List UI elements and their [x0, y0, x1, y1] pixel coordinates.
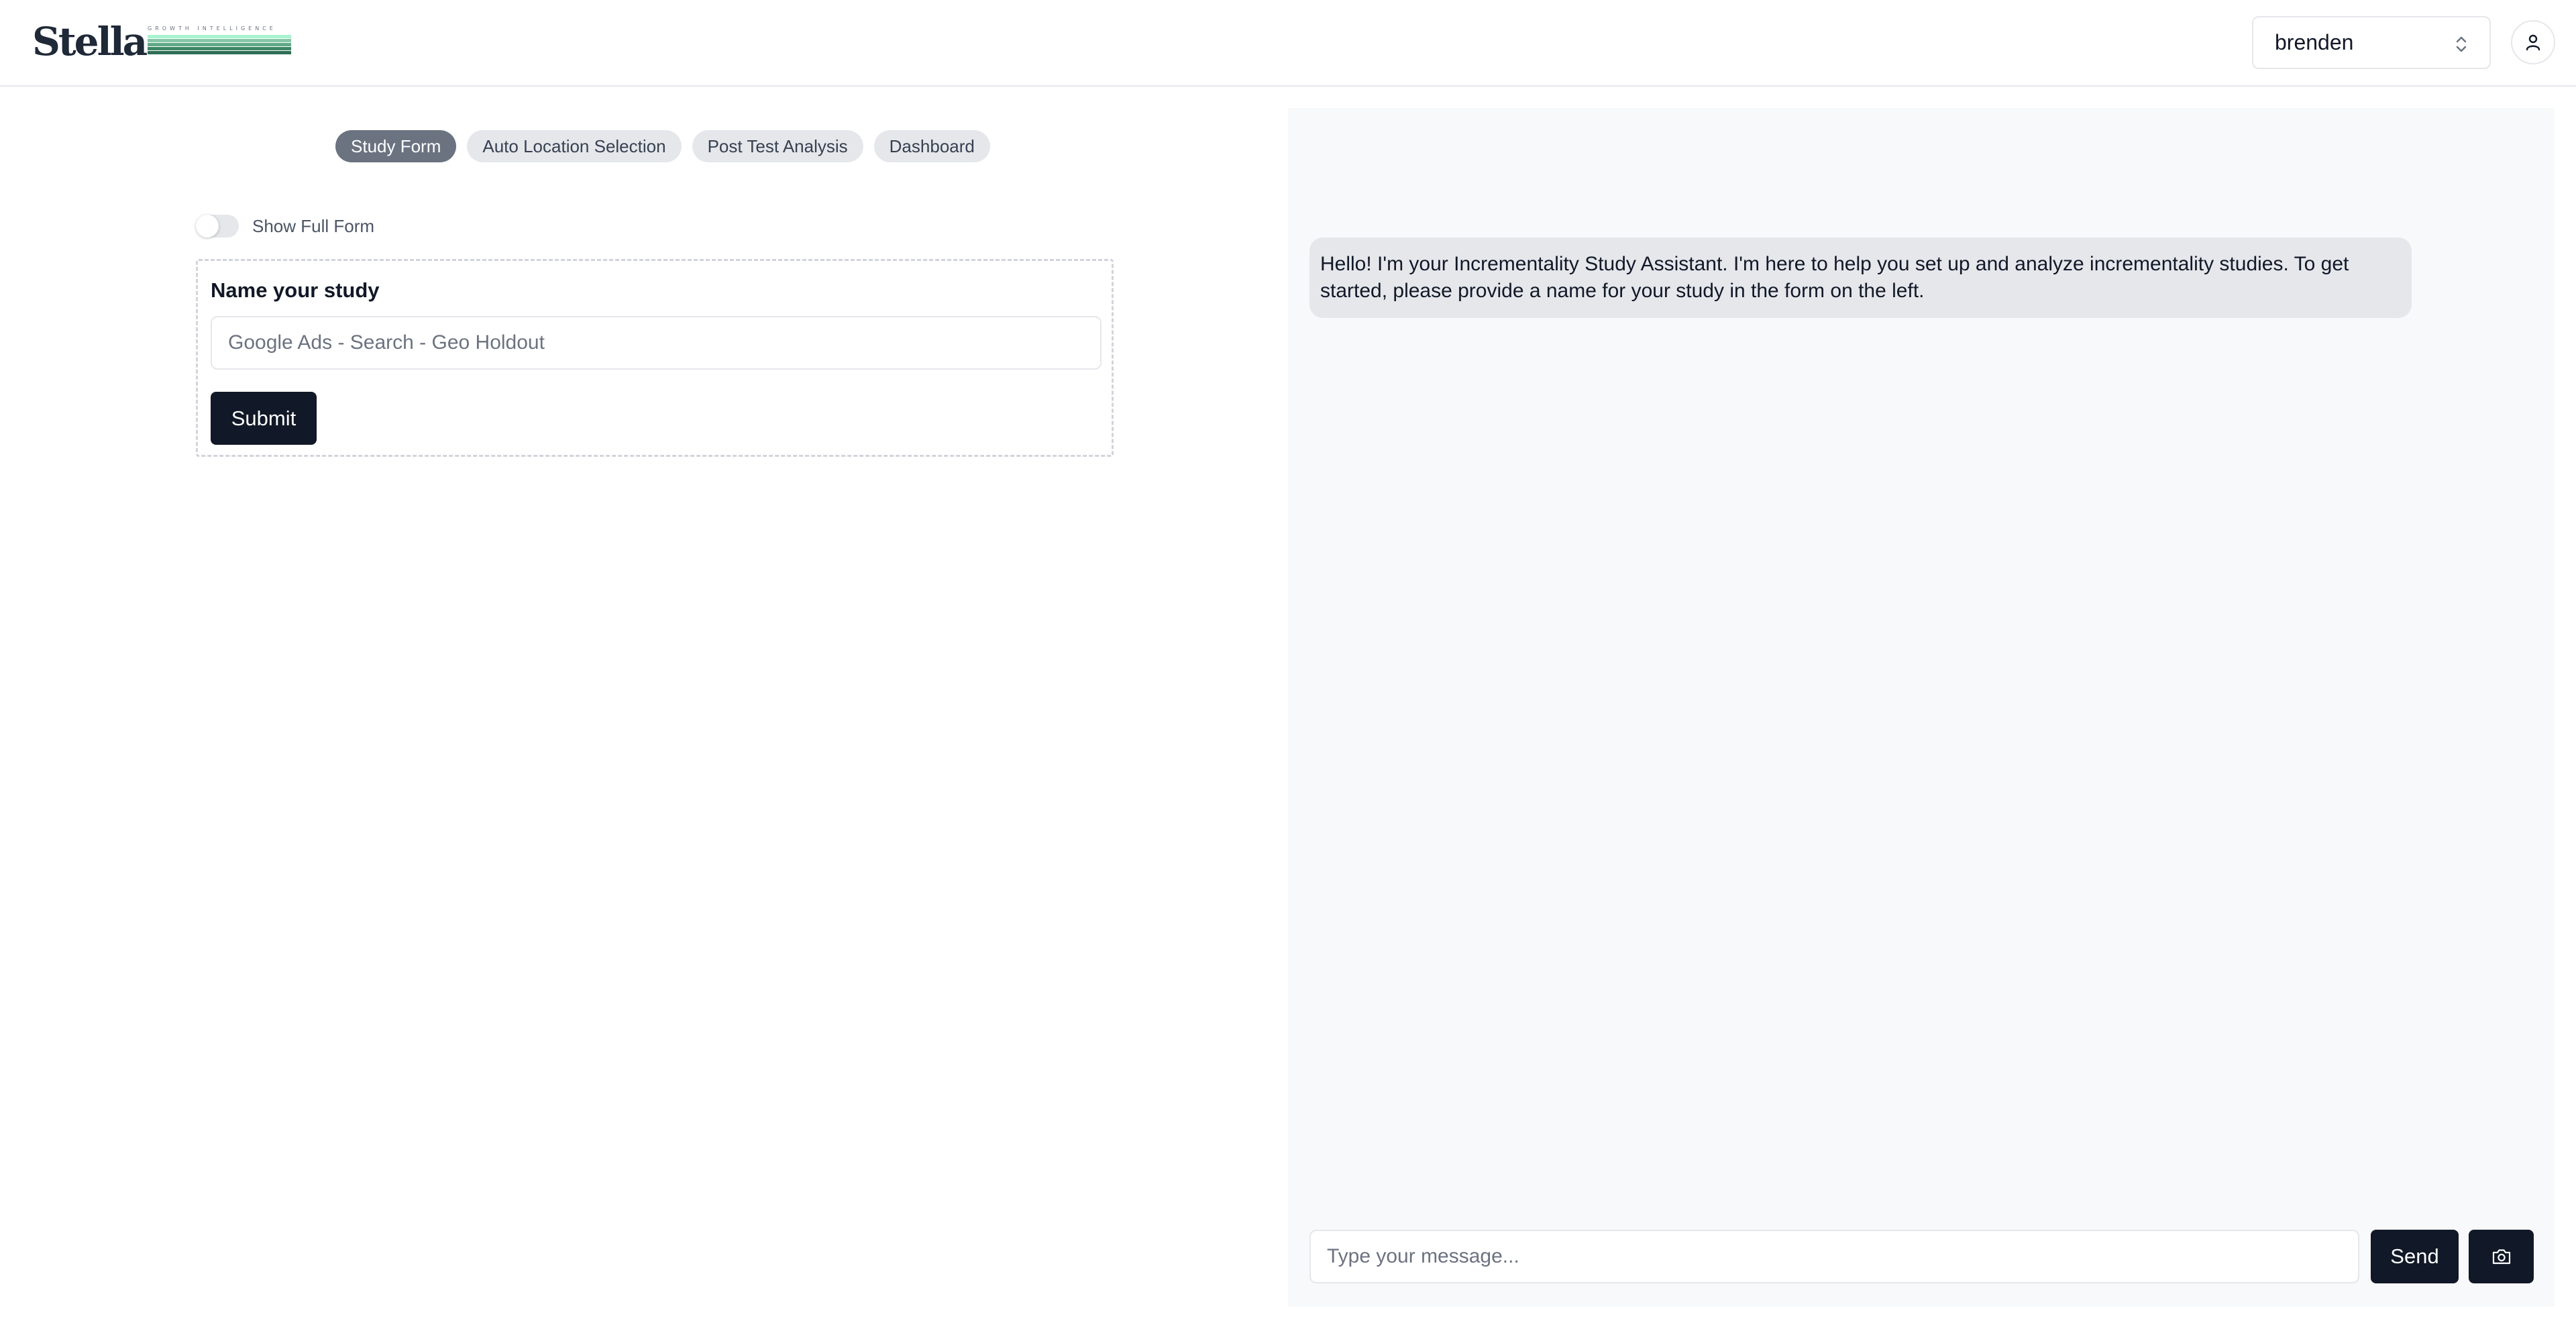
show-full-form-row: Show Full Form — [196, 215, 374, 237]
show-full-form-toggle[interactable] — [196, 215, 239, 237]
logo-stripes — [148, 35, 291, 55]
chat-panel: Hello! I'm your Incrementality Study Ass… — [1288, 108, 2555, 1307]
chat-message-input[interactable] — [1309, 1230, 2359, 1283]
logo-tagline: GROWTH INTELLIGENCE — [148, 25, 276, 32]
submit-button[interactable]: Submit — [211, 392, 317, 445]
screenshot-button[interactable] — [2469, 1230, 2534, 1283]
study-form: Name your study Submit — [196, 259, 1114, 457]
assistant-message: Hello! I'm your Incrementality Study Ass… — [1309, 237, 2412, 318]
user-icon — [2526, 34, 2540, 51]
toggle-knob — [196, 215, 219, 237]
account-select[interactable]: brenden — [2252, 16, 2491, 69]
stella-logo[interactable]: Stella GROWTH INTELLIGENCE — [32, 19, 291, 64]
chevron-up-down-icon — [2456, 36, 2467, 52]
account-select-value: brenden — [2275, 30, 2354, 54]
show-full-form-label: Show Full Form — [252, 215, 375, 236]
profile-button[interactable] — [2511, 20, 2555, 64]
camera-icon — [2492, 1249, 2510, 1265]
tab-post-test-analysis[interactable]: Post Test Analysis — [692, 130, 863, 162]
tab-dashboard[interactable]: Dashboard — [873, 130, 990, 162]
top-bar: Stella GROWTH INTELLIGENCE brenden — [0, 0, 2576, 87]
study-name-input[interactable] — [211, 316, 1102, 370]
tab-study-form[interactable]: Study Form — [335, 130, 457, 162]
logo-tagline-mark: GROWTH INTELLIGENCE — [148, 25, 291, 58]
tab-auto-location-selection[interactable]: Auto Location Selection — [467, 130, 682, 162]
logo-wordmark: Stella — [32, 19, 148, 64]
workflow-tabs: Study Form Auto Location Selection Post … — [335, 130, 990, 162]
study-name-label: Name your study — [211, 278, 380, 302]
send-button[interactable]: Send — [2371, 1230, 2459, 1283]
